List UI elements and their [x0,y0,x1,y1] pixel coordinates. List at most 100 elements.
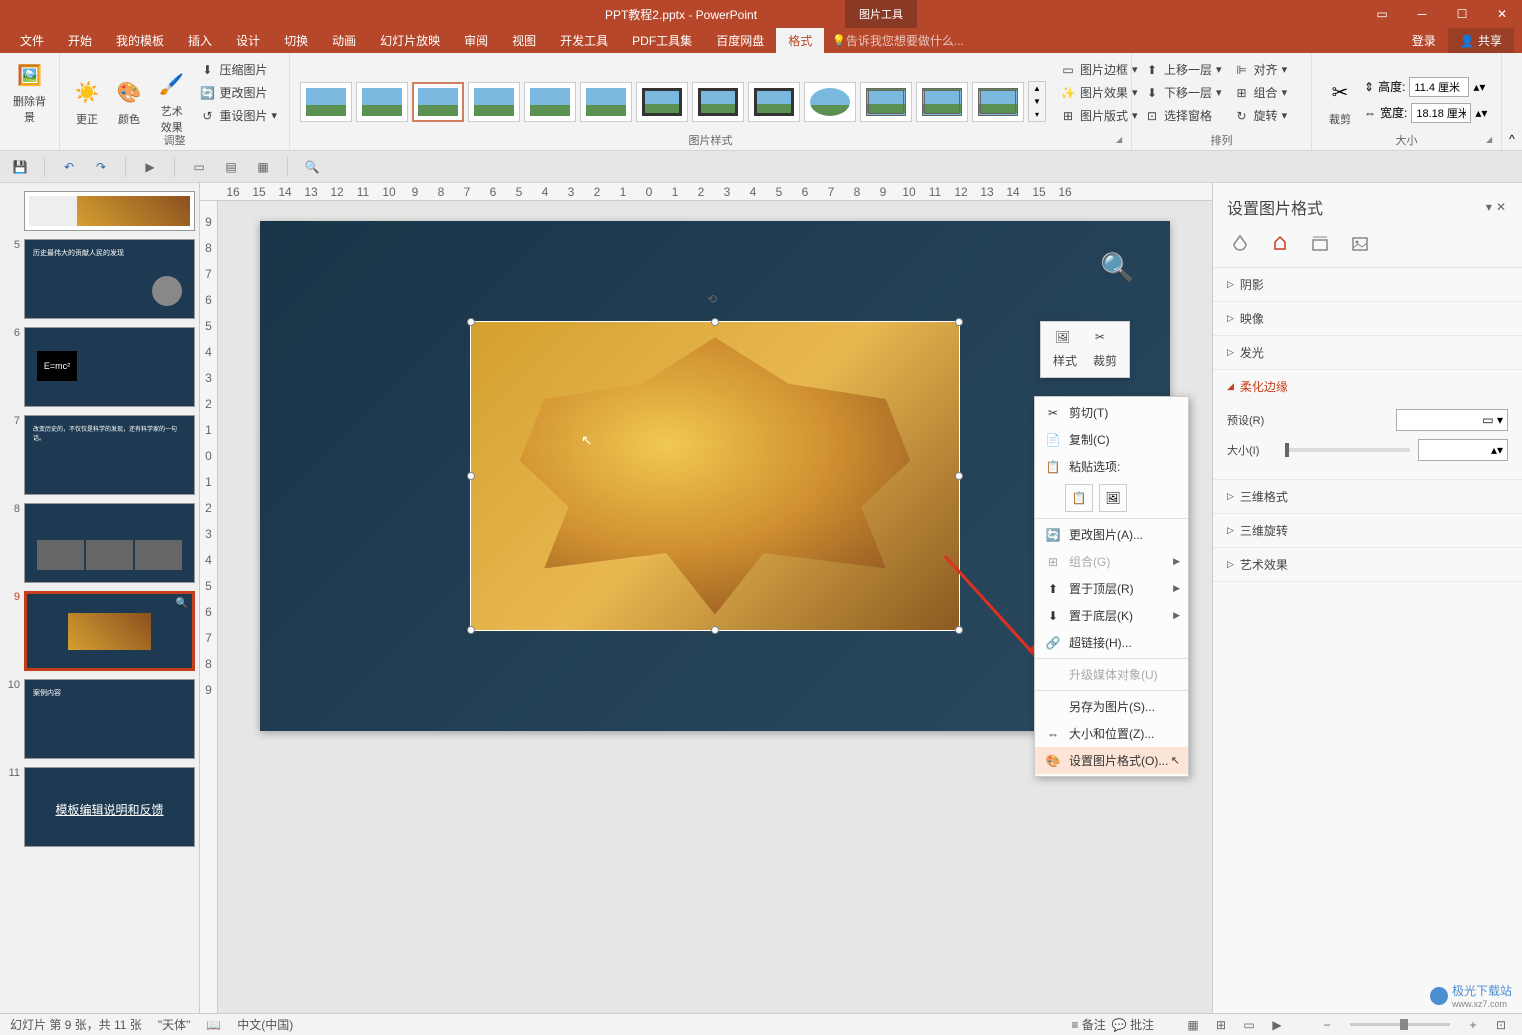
section-glow[interactable]: ▷发光 [1213,336,1522,369]
thumb-slide-8[interactable] [24,503,195,583]
collapse-ribbon-button[interactable]: ^ [1509,132,1515,146]
pane-close-button[interactable]: ✕ [1494,198,1508,216]
section-reflection[interactable]: ▷映像 [1213,302,1522,335]
thumb-slide-5[interactable]: 历史最伟大的贡献人民的发现 [24,239,195,319]
size-dialog-launcher[interactable]: ◢ [1486,135,1498,147]
slideshow-view-button[interactable]: ▶ [1266,1016,1288,1034]
thumb-slide-7[interactable]: 改变历史的，不仅仅是科学的发现，还有科学家的一句话。 [24,415,195,495]
zoom-in-button[interactable]: + [1462,1016,1484,1034]
tab-file[interactable]: 文件 [8,28,56,53]
sorter-view-button[interactable]: ⊞ [1210,1016,1232,1034]
picture-style-1[interactable] [300,82,352,122]
pane-dropdown[interactable]: ▾ [1484,198,1494,216]
size-slider[interactable] [1285,448,1410,452]
section-shadow[interactable]: ▷阴影 [1213,268,1522,301]
start-from-beginning-button[interactable]: ▶ [138,155,162,179]
tab-baidu-netdisk[interactable]: 百度网盘 [704,28,776,53]
maximize-button[interactable]: ☐ [1442,0,1482,28]
thumb-slide-6[interactable]: E=mc² [24,327,195,407]
picture-border-button[interactable]: ▭图片边框 ▾ [1056,59,1142,80]
ctx-cut[interactable]: ✂剪切(T) [1035,399,1188,426]
reset-picture-button[interactable]: ↺重设图片 ▾ [195,105,281,126]
width-input[interactable] [1411,103,1471,123]
resize-handle-ml[interactable] [467,472,475,480]
picture-style-10[interactable] [804,82,856,122]
tab-design[interactable]: 设计 [224,28,272,53]
picture-effects-button[interactable]: ✨图片效果 ▾ [1056,82,1142,103]
pane-tab-effects[interactable] [1267,231,1293,257]
normal-view-button[interactable]: ▦ [1182,1016,1204,1034]
tab-pdf-tools[interactable]: PDF工具集 [620,28,704,53]
tab-home[interactable]: 开始 [56,28,104,53]
tab-my-templates[interactable]: 我的模板 [104,28,176,53]
zoom-button[interactable]: 🔍 [300,155,324,179]
notes-button[interactable]: ≡ 备注 [1071,1016,1105,1033]
resize-handle-bl[interactable] [467,626,475,634]
ctx-size-position[interactable]: ⇔大小和位置(Z)... [1035,720,1188,747]
preset-combo[interactable]: ▭ ▾ [1396,409,1509,431]
close-button[interactable]: ✕ [1482,0,1522,28]
ctx-send-back[interactable]: ⬇置于底层(K)▶ [1035,602,1188,629]
mini-crop-button[interactable]: ✂裁剪 [1085,326,1125,373]
selected-picture[interactable]: ⟲ ↖ [470,321,960,631]
ctx-copy[interactable]: 📄复制(C) [1035,426,1188,453]
thumb-slide-4[interactable] [24,191,195,231]
tab-slideshow[interactable]: 幻灯片放映 [368,28,452,53]
thumb-slide-11[interactable]: 模板编辑说明和反馈 [24,767,195,847]
change-picture-button[interactable]: 🔄更改图片 [195,82,281,103]
resize-handle-bm[interactable] [711,626,719,634]
picture-style-8[interactable] [692,82,744,122]
view-normal-button[interactable]: ▭ [187,155,211,179]
align-button[interactable]: ⊫对齐 ▾ [1230,59,1292,80]
tab-insert[interactable]: 插入 [176,28,224,53]
styles-dialog-launcher[interactable]: ◢ [1116,135,1128,147]
tell-me-search[interactable]: 💡 告诉我您想要做什么... [832,32,964,49]
picture-style-11[interactable] [860,82,912,122]
pane-tab-size[interactable] [1307,231,1333,257]
gallery-more[interactable]: ▲▼▾ [1028,81,1046,122]
section-soft-edges[interactable]: ◢柔化边缘 [1213,370,1522,403]
size-spinner[interactable]: ▴▾ [1418,439,1508,461]
ctx-hyperlink[interactable]: 🔗超链接(H)... [1035,629,1188,656]
resize-handle-br[interactable] [955,626,963,634]
ctx-save-as-picture[interactable]: 另存为图片(S)... [1035,693,1188,720]
rotation-handle[interactable]: ⟲ [707,292,723,308]
save-button[interactable]: 💾 [8,155,32,179]
tab-developer[interactable]: 开发工具 [548,28,620,53]
resize-handle-mr[interactable] [955,472,963,480]
pane-tab-picture[interactable] [1347,231,1373,257]
slide-thumbnails-panel[interactable]: 5历史最伟大的贡献人民的发现 6E=mc² 7改变历史的，不仅仅是科学的发现，还… [0,183,200,1013]
view-outline-button[interactable]: ▤ [219,155,243,179]
language-status[interactable]: 中文(中国) [237,1016,293,1033]
remove-background-button[interactable]: 🖼️ 删除背景 [6,57,53,127]
thumb-slide-9[interactable]: 🔍 [24,591,195,671]
ribbon-display-options[interactable]: ▭ [1362,0,1402,28]
resize-handle-tl[interactable] [467,318,475,326]
compress-picture-button[interactable]: ⬇压缩图片 [195,59,281,80]
reading-view-button[interactable]: ▭ [1238,1016,1260,1034]
section-3d-format[interactable]: ▷三维格式 [1213,480,1522,513]
picture-style-3[interactable] [412,82,464,122]
paste-option-2[interactable]: 🖼 [1099,484,1127,512]
thumb-slide-10[interactable]: 案例内容 [24,679,195,759]
resize-handle-tm[interactable] [711,318,719,326]
resize-handle-tr[interactable] [955,318,963,326]
tab-review[interactable]: 审阅 [452,28,500,53]
picture-style-6[interactable] [580,82,632,122]
zoom-slider[interactable] [1350,1023,1450,1026]
tab-view[interactable]: 视图 [500,28,548,53]
picture-style-2[interactable] [356,82,408,122]
redo-button[interactable]: ↷ [89,155,113,179]
mini-style-button[interactable]: 🖼样式 [1045,326,1085,373]
tab-transitions[interactable]: 切换 [272,28,320,53]
tab-format[interactable]: 格式 [776,28,824,53]
ctx-change-picture[interactable]: 🔄更改图片(A)... [1035,521,1188,548]
fit-window-button[interactable]: ⊡ [1490,1016,1512,1034]
picture-layout-button[interactable]: ⊞图片版式 ▾ [1056,105,1142,126]
picture-style-12[interactable] [916,82,968,122]
group-button[interactable]: ⊞组合 ▾ [1230,82,1292,103]
pane-tab-fill[interactable] [1227,231,1253,257]
picture-style-9[interactable] [748,82,800,122]
rotate-button[interactable]: ↻旋转 ▾ [1230,105,1292,126]
undo-button[interactable]: ↶ [57,155,81,179]
